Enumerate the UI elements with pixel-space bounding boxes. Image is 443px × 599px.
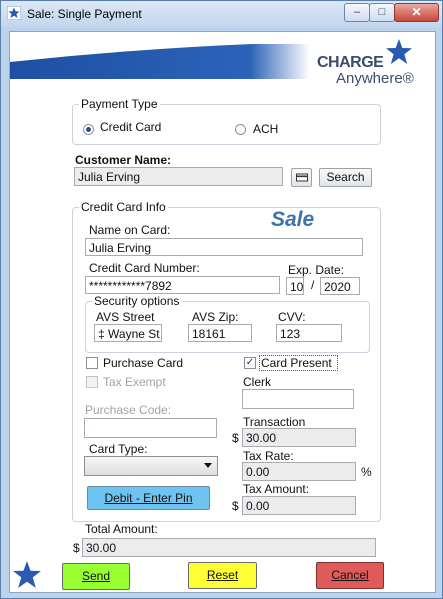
transaction-label: Transaction (243, 415, 306, 429)
customer-name-field[interactable]: Julia Erving (74, 167, 283, 186)
sale-heading: Sale (271, 208, 315, 231)
cancel-button[interactable]: Cancel (316, 562, 384, 589)
tax-rate-percent: % (361, 465, 372, 479)
title-bar: Sale: Single Payment – □ ✕ (1, 1, 442, 27)
star-icon (386, 39, 412, 64)
clerk-field[interactable] (242, 389, 354, 409)
exp-month-field[interactable]: 10 (286, 277, 304, 295)
exp-year-field[interactable]: 2020 (320, 277, 360, 295)
name-on-card-label: Name on Card: (89, 223, 171, 237)
cvv-label: CVV: (278, 310, 306, 324)
purchase-code-label: Purchase Code: (85, 403, 172, 417)
maximize-button[interactable]: □ (369, 3, 395, 22)
exp-date-label: Exp. Date: (288, 263, 345, 277)
credit-card-radio[interactable] (83, 124, 94, 135)
tax-amount-field[interactable]: 0.00 (242, 496, 356, 515)
total-amount-currency: $ (73, 541, 80, 555)
close-button[interactable]: ✕ (394, 3, 439, 22)
tax-rate-field[interactable]: 0.00 (242, 462, 356, 481)
tax-rate-label: Tax Rate: (243, 449, 294, 463)
avs-zip-label: AVS Zip: (192, 310, 239, 324)
card-number-field[interactable]: ************7892 (85, 276, 280, 294)
tax-exempt-checkbox[interactable] (86, 376, 98, 388)
card-number-label: Credit Card Number: (89, 261, 200, 275)
total-amount-label: Total Amount: (85, 522, 158, 536)
ach-label[interactable]: ACH (253, 122, 278, 136)
transaction-currency: $ (232, 431, 239, 445)
avs-street-label: AVS Street (96, 310, 155, 324)
avs-street-field[interactable]: ‡ Wayne St (94, 324, 162, 342)
form-panel: CHARGE Anywhere® Payment Type Credit Car… (9, 31, 436, 593)
chevron-down-icon (204, 463, 212, 468)
send-button[interactable]: Send (62, 563, 130, 590)
debit-enter-pin-button[interactable]: Debit - Enter Pin (87, 486, 210, 510)
card-type-label: Card Type: (89, 442, 148, 456)
tax-amount-label: Tax Amount: (243, 482, 310, 496)
search-button[interactable]: Search (319, 168, 372, 187)
star-icon (13, 561, 41, 588)
ach-radio[interactable] (235, 124, 246, 135)
purchase-card-checkbox[interactable] (86, 357, 98, 369)
reset-button[interactable]: Reset (188, 562, 257, 589)
close-icon: ✕ (411, 5, 422, 19)
app-window: Sale: Single Payment – □ ✕ CHARGE Anywhe… (0, 0, 443, 599)
security-options-legend: Security options (94, 294, 180, 308)
card-type-dropdown[interactable] (84, 456, 218, 476)
credit-card-info-legend: Credit Card Info (81, 200, 166, 214)
header-banner (10, 32, 310, 79)
maximize-icon: □ (378, 6, 386, 18)
avs-zip-field[interactable]: 18161 (188, 324, 252, 342)
tax-amount-currency: $ (232, 499, 239, 513)
exp-date-separator: / (311, 278, 315, 292)
brand-tagline: Anywhere® (336, 70, 414, 87)
card-icon (295, 173, 308, 182)
payment-type-legend: Payment Type (81, 97, 158, 111)
card-present-checkbox[interactable]: ✓ (244, 357, 256, 369)
clerk-label: Clerk (243, 375, 272, 389)
purchase-code-field[interactable] (84, 418, 217, 438)
tax-exempt-label[interactable]: Tax Exempt (103, 375, 166, 389)
credit-card-label[interactable]: Credit Card (100, 120, 161, 134)
minimize-icon: – (353, 6, 361, 18)
star-icon (7, 6, 21, 20)
transaction-field[interactable]: 30.00 (242, 428, 356, 447)
purchase-card-label[interactable]: Purchase Card (103, 356, 183, 370)
cvv-field[interactable]: 123 (276, 324, 342, 342)
name-on-card-field[interactable]: Julia Erving (85, 238, 363, 256)
customer-name-label: Customer Name: (75, 153, 172, 167)
card-icon-button[interactable] (291, 168, 312, 187)
total-amount-field[interactable]: 30.00 (82, 538, 376, 557)
brand-logo: CHARGE Anywhere® (315, 39, 435, 92)
window-title: Sale: Single Payment (27, 7, 142, 21)
card-present-label[interactable]: Card Present (261, 356, 332, 370)
minimize-button[interactable]: – (344, 3, 370, 22)
